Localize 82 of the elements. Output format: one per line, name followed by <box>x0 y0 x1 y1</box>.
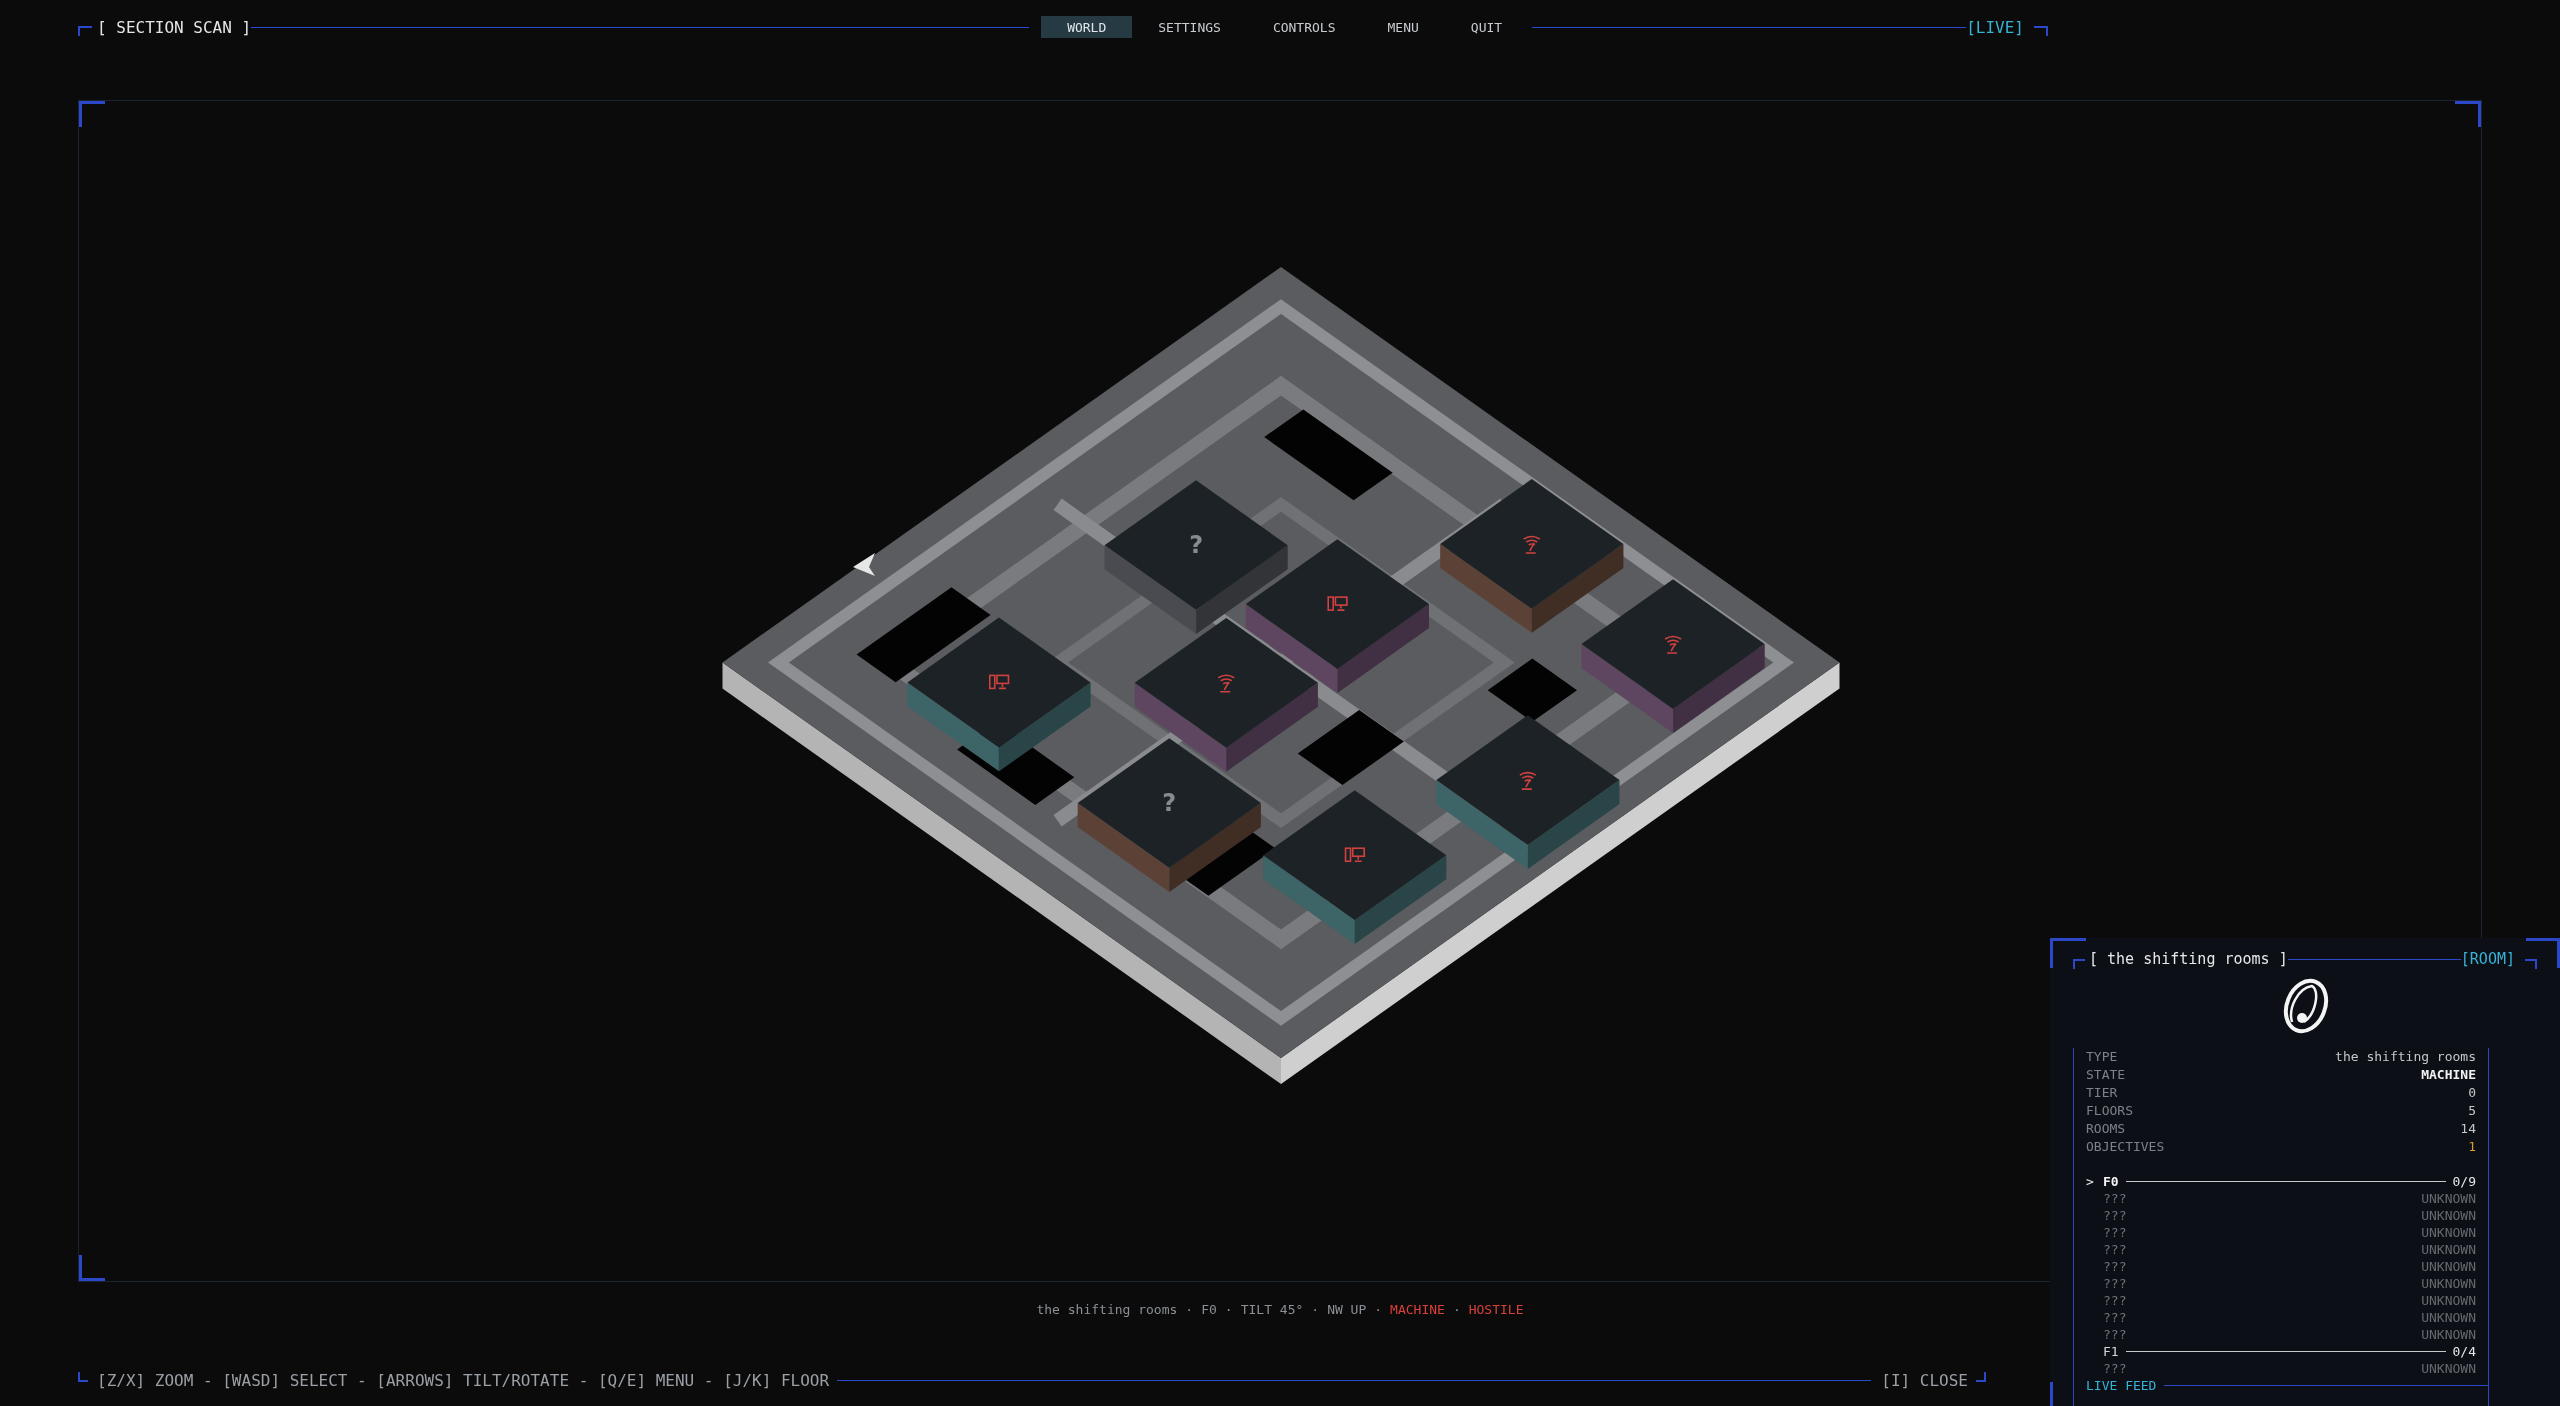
room-block[interactable] <box>1436 715 1620 869</box>
room-name[interactable]: ??? <box>2103 1224 2127 1241</box>
room-status: UNKNOWN <box>2421 1258 2476 1275</box>
stat-value: the shifting rooms <box>2335 1048 2476 1066</box>
antenna-icon <box>1519 771 1537 790</box>
stat-value: 0 <box>2468 1084 2476 1102</box>
room-block[interactable] <box>1440 479 1624 633</box>
key-hints: [Z/X] ZOOM - [WASD] SELECT - [ARROWS] TILT/ROTATE - [Q/E] MENU - [J/K] FLOOR <box>97 1370 830 1390</box>
stat-label: STATE <box>2086 1066 2126 1084</box>
room-status: UNKNOWN <box>2421 1207 2476 1224</box>
stat-value: MACHINE <box>2421 1066 2476 1084</box>
status-item: HOSTILE <box>1468 1302 1524 1318</box>
room-name[interactable]: ??? <box>2103 1190 2127 1207</box>
stat-value: 14 <box>2460 1120 2476 1138</box>
room-status: UNKNOWN <box>2421 1326 2476 1343</box>
stat-value: 1 <box>2468 1138 2476 1156</box>
room-status: UNKNOWN <box>2421 1190 2476 1207</box>
room-label: ? <box>1189 531 1204 560</box>
live-status: [LIVE] <box>1966 17 2024 37</box>
room-status: UNKNOWN <box>2421 1360 2476 1377</box>
room-name[interactable]: ??? <box>2103 1275 2127 1292</box>
separator-dot: · <box>1185 1302 1194 1318</box>
floor-count: 0/4 <box>2452 1344 2476 1359</box>
room-status: UNKNOWN <box>2421 1241 2476 1258</box>
antenna-icon <box>1664 635 1682 654</box>
status-item: the shifting rooms <box>1036 1302 1178 1318</box>
computer-icon <box>988 674 1010 690</box>
nav-tab[interactable]: QUIT <box>1444 16 1529 38</box>
room-name[interactable]: ??? <box>2103 1241 2127 1258</box>
close-hint[interactable]: [I] CLOSE <box>1881 1370 1968 1390</box>
separator-dot: · <box>1311 1302 1320 1318</box>
computer-icon <box>1344 847 1365 863</box>
stat-value: 5 <box>2468 1102 2476 1120</box>
section-title: [ SECTION SCAN ] <box>97 17 252 37</box>
stat-label: FLOORS <box>2086 1102 2133 1120</box>
room-name[interactable]: ??? <box>2103 1360 2127 1377</box>
status-item: TILT 45° <box>1240 1302 1304 1318</box>
room-name[interactable]: ??? <box>2103 1326 2127 1343</box>
bracket-mark <box>2034 26 2048 36</box>
room-block[interactable] <box>1245 539 1429 693</box>
computer-icon <box>1327 596 1348 611</box>
stat-label: TIER <box>2086 1084 2118 1102</box>
bracket-mark <box>2073 959 2085 969</box>
antenna-icon <box>1522 535 1541 554</box>
status-item: F0 <box>1201 1302 1217 1318</box>
room-name[interactable]: ??? <box>2103 1207 2127 1224</box>
separator-dot: · <box>1452 1302 1461 1318</box>
room-name[interactable]: ??? <box>2103 1292 2127 1309</box>
bracket-mark <box>1976 1372 1986 1382</box>
separator-dot: · <box>1374 1302 1383 1318</box>
room-name[interactable]: ??? <box>2103 1309 2127 1326</box>
stat-label: TYPE <box>2086 1048 2118 1066</box>
selection-marker: > <box>2086 1174 2095 1189</box>
bracket-mark <box>78 26 92 36</box>
room-status: UNKNOWN <box>2421 1275 2476 1292</box>
panel-title: [ the shifting rooms ] <box>2089 950 2288 968</box>
room-block[interactable] <box>1077 738 1261 892</box>
room-label: ? <box>1162 789 1177 818</box>
nav-tab[interactable]: WORLD <box>1041 16 1133 38</box>
stat-label: ROOMS <box>2086 1120 2126 1138</box>
antenna-icon <box>1217 674 1236 693</box>
floor-label[interactable]: F1 <box>2103 1344 2119 1359</box>
nav-tab[interactable]: MENU <box>1361 16 1445 38</box>
floor-label[interactable]: F0 <box>2103 1174 2119 1189</box>
room-name[interactable]: ??? <box>2103 1258 2127 1275</box>
room-status: UNKNOWN <box>2421 1292 2476 1309</box>
room-status: UNKNOWN <box>2421 1309 2476 1326</box>
feed-label: LIVE FEED <box>2086 1378 2157 1393</box>
room-block[interactable] <box>1581 579 1765 733</box>
nav-tab[interactable]: SETTINGS <box>1132 16 1247 38</box>
cursor-arrow-icon <box>853 553 875 576</box>
floor-count: 0/9 <box>2452 1174 2476 1189</box>
room-status: UNKNOWN <box>2421 1224 2476 1241</box>
status-item: MACHINE <box>1390 1302 1445 1318</box>
nav-tab[interactable]: CONTROLS <box>1246 16 1362 38</box>
room-tag: [ROOM] <box>2460 950 2515 968</box>
status-item: NW UP <box>1327 1302 1367 1318</box>
separator-dot: · <box>1224 1302 1233 1318</box>
bracket-mark <box>2525 959 2537 969</box>
bracket-mark <box>78 1372 88 1382</box>
room-block[interactable] <box>1263 790 1447 945</box>
stat-label: OBJECTIVES <box>2086 1138 2165 1156</box>
